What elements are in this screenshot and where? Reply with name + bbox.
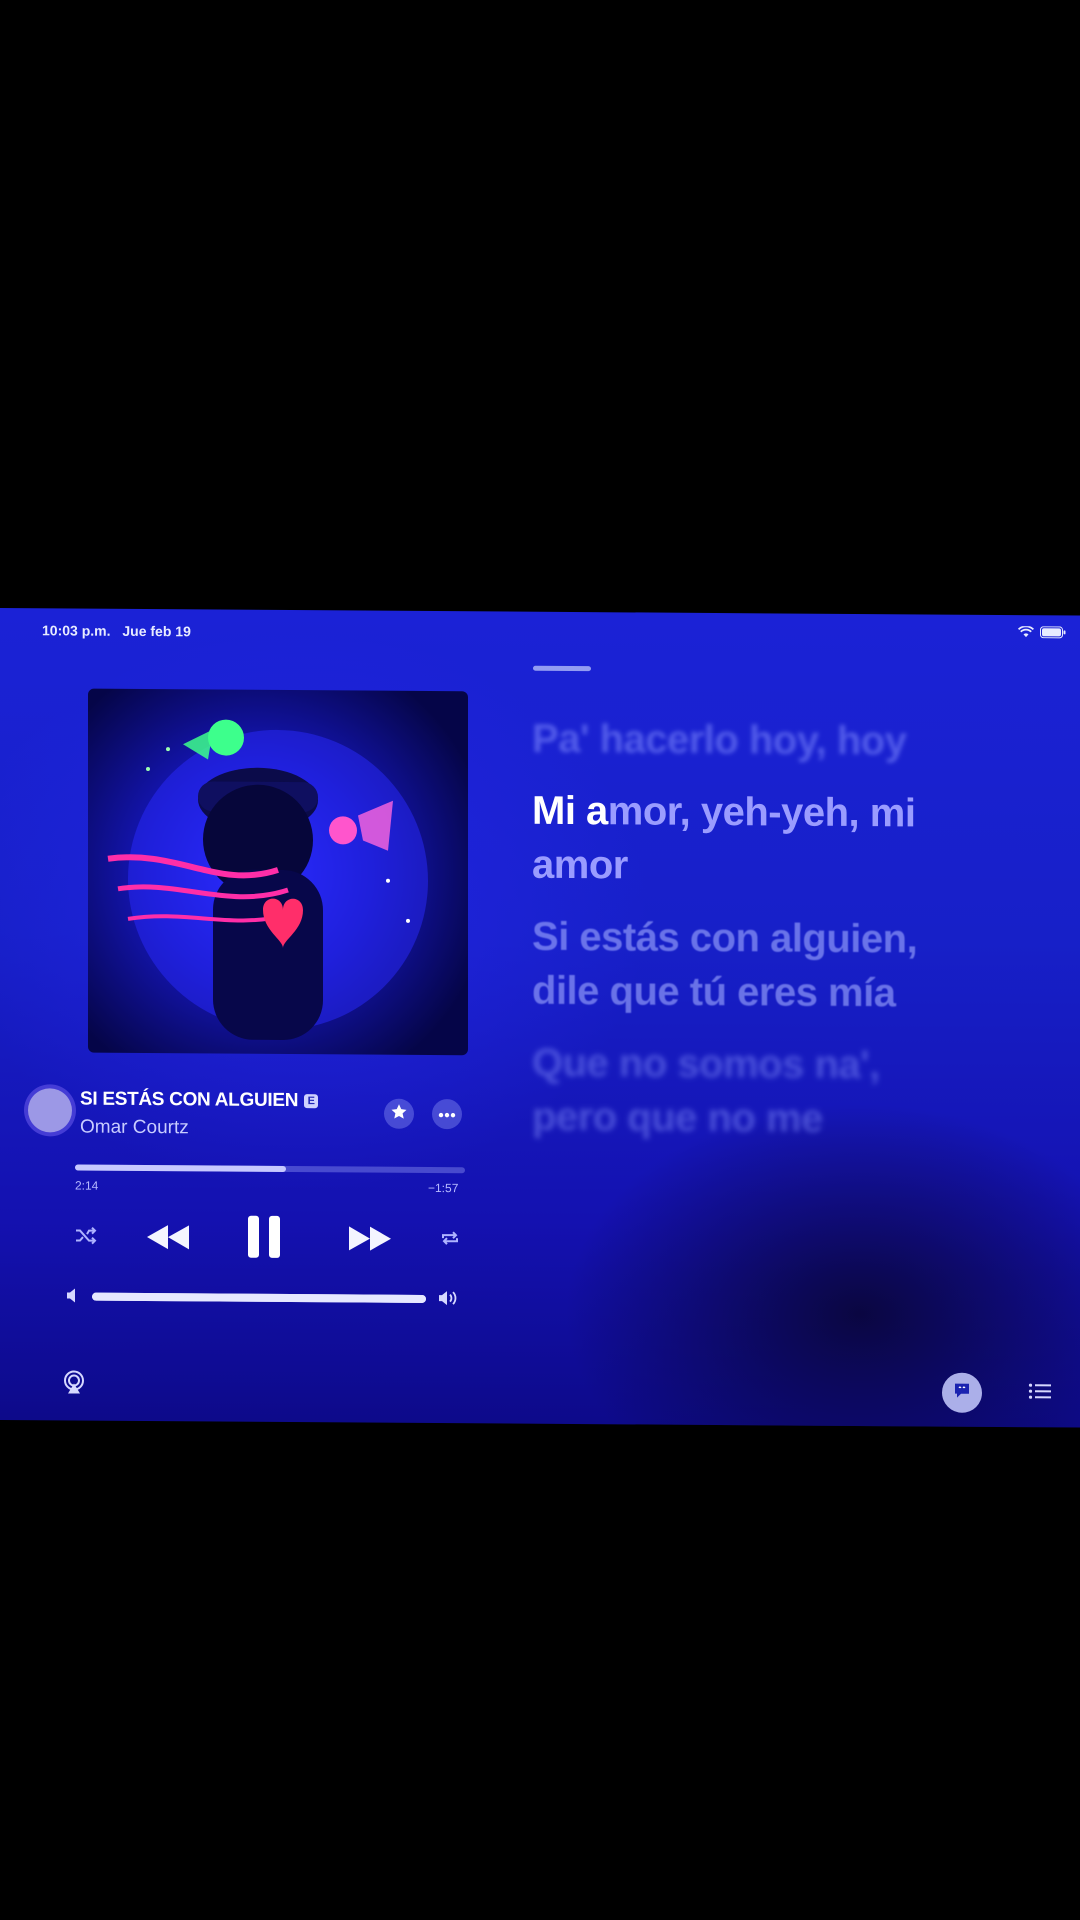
more-button[interactable] [432,1099,462,1130]
playback-progress-bar[interactable] [75,1164,465,1174]
fast-forward-icon [347,1224,393,1257]
progress-fill [75,1164,286,1172]
repeat-button[interactable] [436,1226,464,1254]
explicit-badge: E [304,1094,319,1109]
elapsed-time: 2:14 [75,1178,99,1193]
now-playing-thumbnail [28,1088,72,1133]
status-time: 10:03 p.m. [42,622,111,639]
star-icon [390,1102,408,1125]
status-bar-time: 10:03 p.m. Jue feb 19 [42,622,191,639]
queue-button[interactable] [1024,1377,1056,1409]
wifi-icon [1017,625,1035,643]
volume-low-icon [66,1287,78,1308]
lyrics-icon [952,1380,972,1405]
pause-icon [246,1213,282,1264]
pause-button[interactable] [242,1214,286,1264]
shuffle-icon [75,1226,97,1249]
favorite-button[interactable] [384,1098,414,1129]
lyric-line-upcoming[interactable]: Que no somos na', pero que no me [532,1036,952,1147]
playback-controls [60,1208,460,1271]
album-artwork [88,688,468,1056]
queue-icon [1028,1381,1052,1406]
sheet-grabber[interactable] [533,665,591,672]
shuffle-button[interactable] [72,1224,100,1252]
airplay-button[interactable] [58,1368,90,1400]
lyrics-button[interactable] [942,1372,982,1413]
lyric-line-next[interactable]: Si estás con alguien, dile que tú eres m… [532,910,952,1021]
repeat-icon [440,1229,460,1252]
more-icon [438,1105,456,1123]
lyric-sung-part: Mi a [532,788,608,834]
rewind-button[interactable] [142,1217,194,1261]
artist-name[interactable]: Omar Courtz [80,1117,189,1140]
volume-fill [92,1292,426,1303]
track-title-row: SI ESTÁS CON ALGUIEN E [80,1088,319,1113]
fast-forward-button[interactable] [344,1218,396,1262]
track-title: SI ESTÁS CON ALGUIEN [80,1088,299,1112]
now-playing-info[interactable]: SI ESTÁS CON ALGUIEN E Omar Courtz [22,1078,470,1153]
volume-slider[interactable] [92,1292,426,1303]
airplay-icon [61,1369,87,1400]
music-player-screen: 10:03 p.m. Jue feb 19 SI ESTÁS CON ALGUI… [0,608,1080,1428]
battery-icon [1040,625,1066,643]
lyric-line-active[interactable]: Mi amor, yeh-yeh, mi amor [532,784,952,895]
lyric-line-past[interactable]: Pa' hacerlo hoy, hoy [532,712,952,769]
volume-high-icon [438,1289,460,1312]
lyrics-panel: Pa' hacerlo hoy, hoy Mi amor, yeh-yeh, m… [532,712,952,1165]
status-date: Jue feb 19 [122,622,191,640]
remaining-time: −1:57 [428,1180,459,1196]
status-bar-icons [1017,625,1066,643]
rewind-icon [145,1223,191,1256]
